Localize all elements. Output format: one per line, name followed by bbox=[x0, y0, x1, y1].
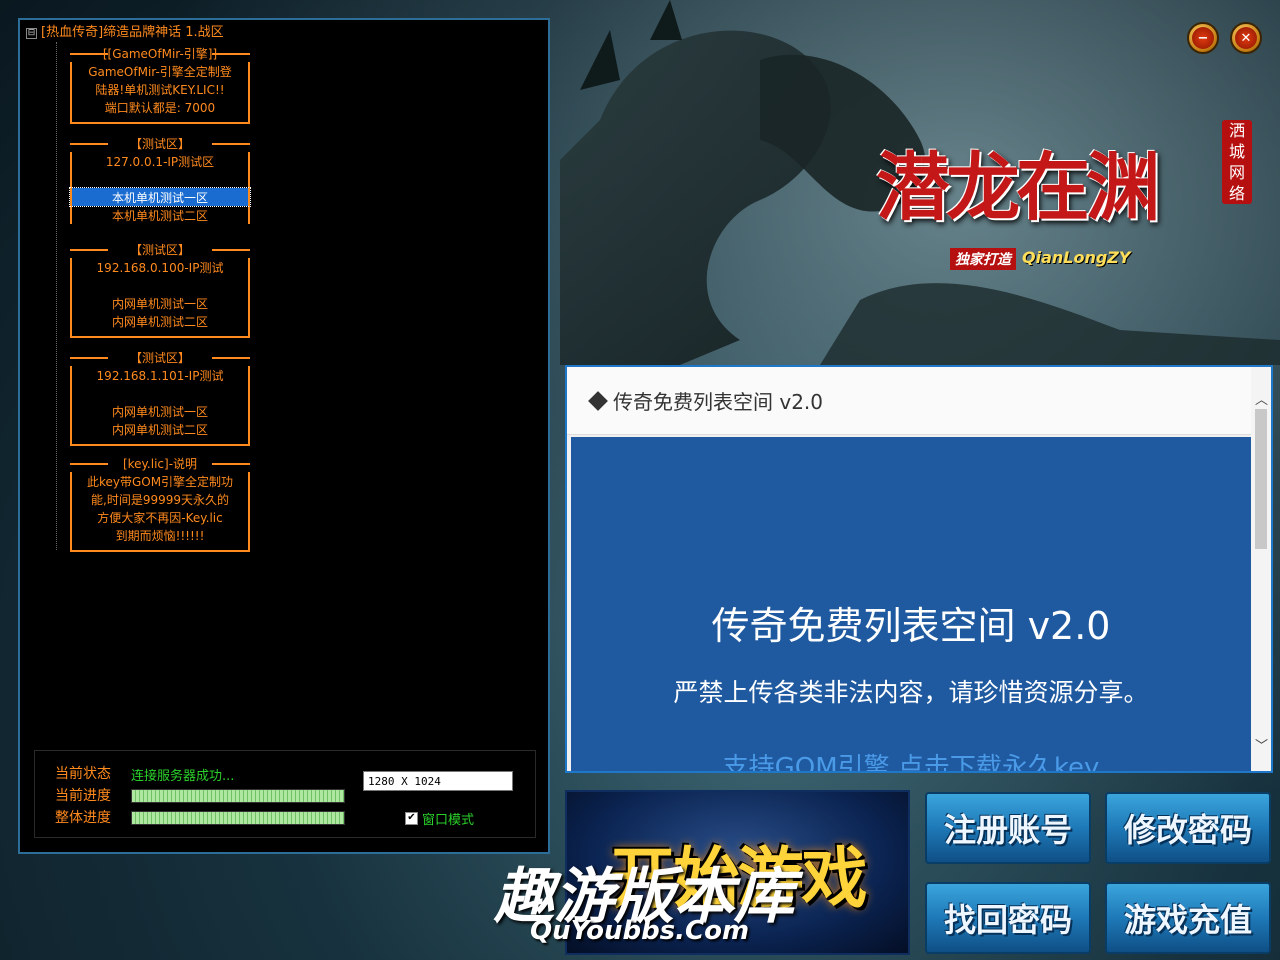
group-border bbox=[70, 438, 250, 446]
logo-tagline: 独家打造 QianLongZY bbox=[950, 248, 1131, 270]
recover-password-button[interactable]: 找回密码 bbox=[925, 882, 1091, 954]
group-title: 【测试区】 bbox=[70, 134, 250, 152]
group-border bbox=[70, 116, 250, 124]
status-label: 当前状态 bbox=[55, 766, 111, 782]
group-line: 到期而烦恼!!!!!! bbox=[70, 526, 250, 544]
group-test-lan-1[interactable]: 【测试区】 192.168.1.101-IP测试 内网单机测试一区 内网单机测试… bbox=[70, 348, 250, 446]
current-progress-bar bbox=[131, 789, 345, 803]
overall-progress-bar bbox=[131, 811, 345, 825]
resolution-select[interactable]: 1280 X 1024 bbox=[363, 771, 513, 791]
logo-title: 潜龙在渊 bbox=[876, 145, 1160, 231]
start-game-button[interactable]: 开始游戏 bbox=[565, 790, 910, 955]
logo-seal: 洒城网络 bbox=[1222, 120, 1252, 204]
group-title: 【测试区】 bbox=[70, 240, 250, 258]
logo-brand: QianLongZY bbox=[1022, 248, 1131, 267]
browser-content: 传奇免费列表空间 v2.0 严禁上传各类非法内容，请珍惜资源分享。 支持GOM引… bbox=[571, 437, 1251, 771]
server-item[interactable]: 内网单机测试一区 bbox=[70, 294, 250, 312]
collapse-icon[interactable]: ⊟ bbox=[26, 27, 37, 39]
status-area: 当前状态 连接服务器成功... 当前进度 整体进度 1280 X 1024 ✔ … bbox=[34, 750, 536, 838]
tree-root[interactable]: ⊟ [热血传奇]缔造品牌神话 1.战区 bbox=[26, 24, 224, 42]
content-notice: 严禁上传各类非法内容，请珍惜资源分享。 bbox=[673, 678, 1149, 707]
change-password-button[interactable]: 修改密码 bbox=[1105, 792, 1271, 864]
status-value: 连接服务器成功... bbox=[131, 769, 235, 784]
group-line: 192.168.1.101-IP测试 bbox=[70, 366, 250, 384]
group-spacer bbox=[70, 276, 250, 294]
overall-progress-fill bbox=[132, 812, 344, 824]
server-item[interactable]: 内网单机测试二区 bbox=[70, 312, 250, 330]
scroll-thumb[interactable] bbox=[1255, 409, 1267, 549]
register-button[interactable]: 注册账号 bbox=[925, 792, 1091, 864]
scroll-down-icon[interactable]: ﹀ bbox=[1255, 735, 1268, 754]
group-line: 方便大家不再因-Key.lic bbox=[70, 508, 250, 526]
group-key-info[interactable]: [key.lic]-说明 此key带GOM引擎全定制功 能,时间是99999天永… bbox=[70, 454, 250, 552]
logo-tagline-text: 独家打造 bbox=[950, 248, 1016, 270]
minimize-icon: − bbox=[1192, 27, 1214, 49]
group-border bbox=[70, 330, 250, 338]
group-line: GameOfMir-引擎全定制登 bbox=[70, 62, 250, 80]
current-progress-label: 当前进度 bbox=[55, 788, 111, 804]
current-progress-fill bbox=[132, 790, 344, 802]
window-mode-option[interactable]: ✔ 窗口模式 bbox=[405, 809, 474, 828]
server-item[interactable]: 本机单机测试二区 bbox=[70, 206, 250, 224]
browser-header-title: 传奇免费列表空间 v2.0 bbox=[613, 390, 823, 414]
group-title: 【测试区】 bbox=[70, 348, 250, 366]
group-spacer bbox=[70, 384, 250, 402]
window-mode-label: 窗口模式 bbox=[422, 813, 475, 828]
tree-root-label[interactable]: [热血传奇]缔造品牌神话 1.战区 bbox=[41, 24, 224, 42]
close-button[interactable]: ✕ bbox=[1230, 22, 1262, 54]
server-item[interactable]: 内网单机测试一区 bbox=[70, 402, 250, 420]
group-line: 陆器!单机测试KEY.LIC!! bbox=[70, 80, 250, 98]
group-title: [[GameOfMir-引擎]] bbox=[70, 44, 250, 62]
close-icon: ✕ bbox=[1235, 27, 1257, 49]
server-list-panel: ⊟ [热血传奇]缔造品牌神话 1.战区 [[GameOfMir-引擎]] Gam… bbox=[18, 18, 550, 854]
group-spacer bbox=[70, 170, 250, 188]
group-engine[interactable]: [[GameOfMir-引擎]] GameOfMir-引擎全定制登 陆器!单机测… bbox=[70, 44, 250, 124]
group-line: 192.168.0.100-IP测试 bbox=[70, 258, 250, 276]
group-test-local[interactable]: 【测试区】 127.0.0.1-IP测试区 本机单机测试一区 本机单机测试二区 bbox=[69, 134, 251, 224]
scroll-up-icon[interactable]: ︿ bbox=[1255, 389, 1268, 408]
content-heading: 传奇免费列表空间 v2.0 bbox=[711, 604, 1111, 648]
game-logo: 潜龙在渊 洒城网络 独家打造 QianLongZY bbox=[870, 90, 1270, 290]
diamond-icon bbox=[588, 390, 608, 411]
key-download-link[interactable]: 支持GOM引擎,点击下载永久key bbox=[571, 747, 1251, 771]
window-mode-checkbox[interactable]: ✔ bbox=[405, 812, 418, 825]
group-line: 127.0.0.1-IP测试区 bbox=[70, 152, 250, 170]
server-item-selected[interactable]: 本机单机测试一区 bbox=[69, 187, 251, 207]
group-border bbox=[70, 544, 250, 552]
group-line: 能,时间是99999天永久的 bbox=[70, 490, 250, 508]
tree-connector bbox=[56, 42, 57, 550]
group-title: [key.lic]-说明 bbox=[70, 454, 250, 472]
overall-progress-label: 整体进度 bbox=[55, 810, 111, 826]
browser-scrollbar[interactable]: ︿ ﹀ bbox=[1251, 367, 1271, 771]
group-test-lan-0[interactable]: 【测试区】 192.168.0.100-IP测试 内网单机测试一区 内网单机测试… bbox=[70, 240, 250, 338]
server-tree: ⊟ [热血传奇]缔造品牌神话 1.战区 bbox=[26, 24, 224, 42]
browser-header: 传奇免费列表空间 v2.0 bbox=[567, 367, 1251, 435]
group-line: 此key带GOM引擎全定制功 bbox=[70, 472, 250, 490]
recharge-button[interactable]: 游戏充值 bbox=[1105, 882, 1271, 954]
group-line: 端口默认都是: 7000 bbox=[70, 98, 250, 116]
server-item[interactable]: 内网单机测试二区 bbox=[70, 420, 250, 438]
minimize-button[interactable]: − bbox=[1187, 22, 1219, 54]
news-browser: 传奇免费列表空间 v2.0 传奇免费列表空间 v2.0 严禁上传各类非法内容，请… bbox=[565, 365, 1273, 773]
